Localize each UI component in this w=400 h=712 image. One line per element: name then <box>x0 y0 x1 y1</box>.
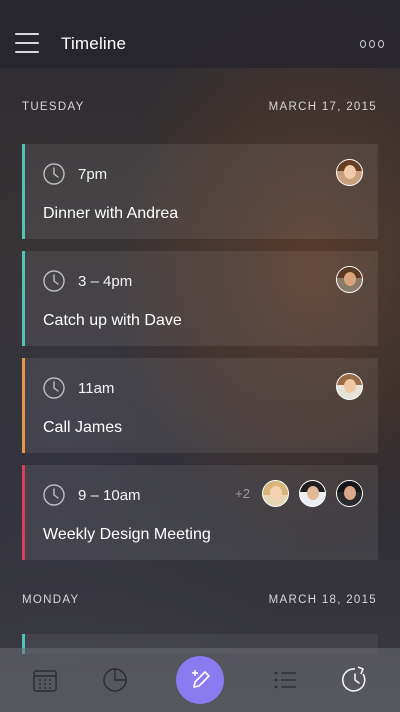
event-card-dinner[interactable]: 7pm Dinner with Andrea <box>22 144 378 239</box>
event-card-dave[interactable]: 3 – 4pm Catch up with Dave <box>22 251 378 346</box>
event-title: Weekly Design Meeting <box>43 526 211 543</box>
event-title: Catch up with Dave <box>43 312 182 329</box>
event-time: 11am <box>78 380 115 397</box>
attendee-avatars: +2 <box>235 480 363 507</box>
attendee-avatar-3[interactable] <box>336 480 363 507</box>
compose-button[interactable] <box>176 656 224 704</box>
list-icon[interactable] <box>271 666 299 694</box>
event-title: Dinner with Andrea <box>43 205 179 222</box>
clock-icon <box>43 377 65 399</box>
more-options-icon[interactable] <box>360 40 384 48</box>
bottom-tab-bar <box>0 648 400 712</box>
top-bar: Timeline <box>0 0 400 68</box>
day-header-monday: MONDAY MARCH 18, 2015 <box>22 594 377 608</box>
pie-chart-icon[interactable] <box>101 666 129 694</box>
attendee-avatar-2[interactable] <box>299 480 326 507</box>
event-card-design-meeting[interactable]: 9 – 10am Weekly Design Meeting +2 <box>22 465 378 560</box>
day-name: TUESDAY <box>22 101 85 113</box>
event-time: 7pm <box>78 166 108 183</box>
compose-icon <box>192 670 210 688</box>
event-time: 3 – 4pm <box>78 273 133 290</box>
clock-icon <box>43 163 65 185</box>
history-icon[interactable] <box>341 666 369 694</box>
day-name: MONDAY <box>22 594 80 606</box>
dave-avatar[interactable] <box>336 266 363 293</box>
day-date: MARCH 18, 2015 <box>268 594 377 606</box>
calendar-icon[interactable] <box>31 666 59 694</box>
event-title: Call James <box>43 419 123 436</box>
day-date: MARCH 17, 2015 <box>268 101 377 113</box>
james-avatar[interactable] <box>336 373 363 400</box>
hamburger-menu-icon[interactable] <box>15 33 39 55</box>
event-time: 9 – 10am <box>78 487 141 504</box>
event-card-james[interactable]: 11am Call James <box>22 358 378 453</box>
attendee-avatar-1[interactable] <box>262 480 289 507</box>
attendee-avatars <box>336 159 363 186</box>
clock-icon <box>43 484 65 506</box>
clock-icon <box>43 270 65 292</box>
attendee-avatars <box>336 266 363 293</box>
andrea-avatar[interactable] <box>336 159 363 186</box>
day-header-tuesday: TUESDAY MARCH 17, 2015 <box>22 101 377 115</box>
extra-attendees-count: +2 <box>235 486 250 501</box>
page-title: Timeline <box>61 34 127 53</box>
attendee-avatars <box>336 373 363 400</box>
